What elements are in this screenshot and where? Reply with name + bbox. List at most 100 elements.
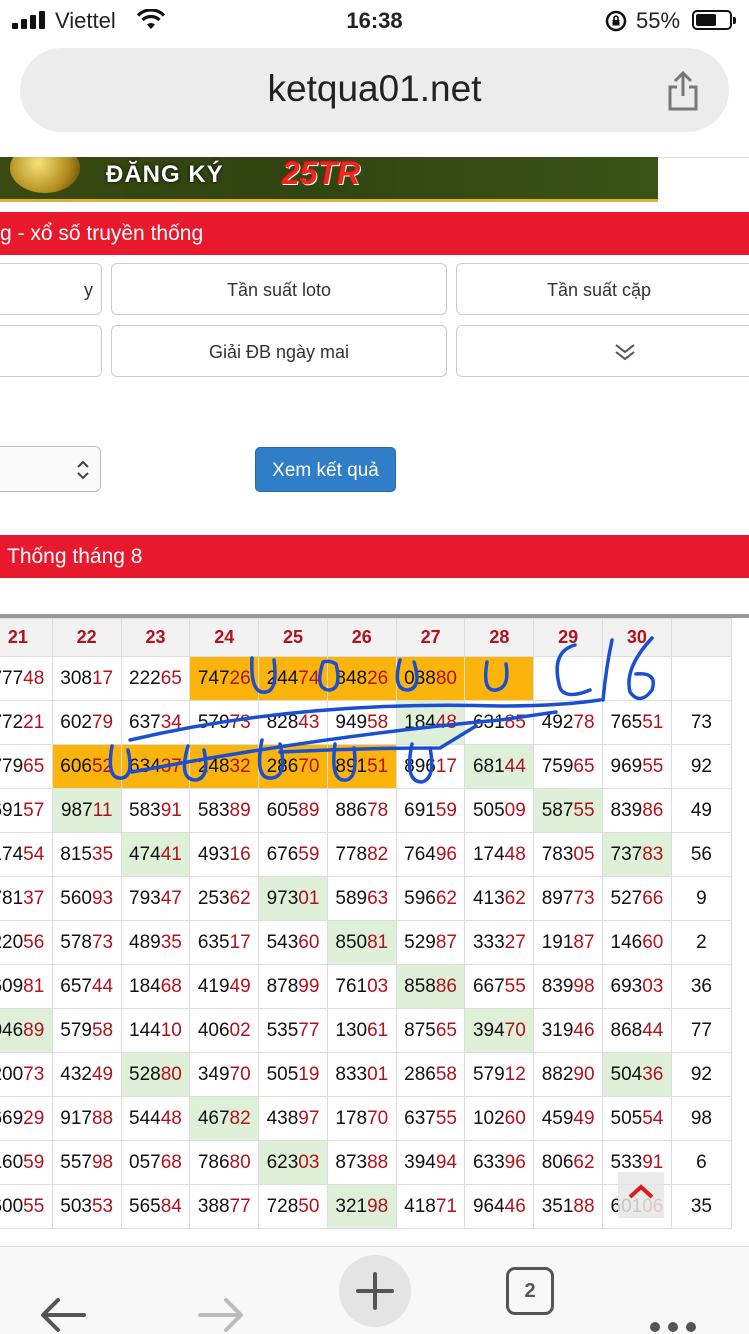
share-icon[interactable] xyxy=(666,70,700,112)
result-cell: 17448 xyxy=(464,832,535,877)
day-header: 26 xyxy=(326,618,397,657)
back-arrow-icon[interactable] xyxy=(38,1271,88,1334)
result-cell: 41362 xyxy=(464,876,535,921)
menu-expand-button[interactable] xyxy=(456,325,749,377)
url-text[interactable]: ketqua01.net xyxy=(20,68,729,110)
day-header: 29 xyxy=(533,618,604,657)
new-tab-button[interactable] xyxy=(339,1255,411,1327)
forward-arrow-icon[interactable] xyxy=(196,1271,246,1334)
result-cell: 76551 xyxy=(602,700,672,745)
result-cell: 69159 xyxy=(395,788,466,833)
results-table-container[interactable]: 21222324252627282930 7774830817222657472… xyxy=(0,614,749,1246)
plus-icon xyxy=(356,1272,394,1310)
result-cell: 74726 xyxy=(189,656,260,701)
result-cell: 63734 xyxy=(120,700,191,745)
result-cell: 62303 xyxy=(258,1140,328,1185)
result-cell: 56093 xyxy=(51,876,122,921)
result-cell xyxy=(670,656,733,701)
result-cell: 68144 xyxy=(464,744,535,789)
result-cell: 35 xyxy=(670,1184,733,1229)
result-cell: 98 xyxy=(670,1096,733,1141)
result-cell: 82843 xyxy=(258,700,328,745)
menu-button-1[interactable]: y xyxy=(0,263,102,315)
result-cell: 78680 xyxy=(189,1140,260,1185)
scroll-to-top-button[interactable] xyxy=(618,1172,664,1218)
result-cell: 28670 xyxy=(258,744,328,789)
result-cell: 63755 xyxy=(395,1096,466,1141)
ball-graphic xyxy=(10,157,80,193)
result-cell: 83998 xyxy=(533,964,604,1009)
result-cell: 94958 xyxy=(326,700,397,745)
ad-banner[interactable]: ĐĂNG KÝ 25TR xyxy=(0,157,658,202)
result-cell: 24832 xyxy=(189,744,260,789)
result-cell: 66929 xyxy=(0,1096,53,1141)
result-cell: 87565 xyxy=(395,1008,466,1053)
result-cell: 03880 xyxy=(395,656,466,701)
tab-switcher-button[interactable]: 2 xyxy=(506,1267,554,1315)
menu-button-tan-suat-cap[interactable]: Tần suất cặp xyxy=(456,263,749,315)
result-cell: 10260 xyxy=(464,1096,535,1141)
result-cell: 56 xyxy=(670,832,733,877)
result-cell: 49 xyxy=(670,788,733,833)
result-cell: 50509 xyxy=(464,788,535,833)
browser-toolbar: 2 xyxy=(0,1246,749,1334)
table-row: 1745481535474414931667659778827649617448… xyxy=(0,832,733,877)
result-cell: 66755 xyxy=(464,964,535,1009)
result-cell: 76103 xyxy=(326,964,397,1009)
result-cell: 47441 xyxy=(120,832,191,877)
result-cell: 75965 xyxy=(533,744,604,789)
result-cell: 41949 xyxy=(189,964,260,1009)
result-cell: 54360 xyxy=(258,920,328,965)
battery-percent: 55% xyxy=(636,8,681,33)
result-cell: 39470 xyxy=(464,1008,535,1053)
result-cell: 34970 xyxy=(189,1052,260,1097)
table-row: 7796560652634372483228670891518961768144… xyxy=(0,744,733,789)
result-cell: 79347 xyxy=(120,876,191,921)
result-cell: 72850 xyxy=(258,1184,328,1229)
section-title: Thống tháng 8 xyxy=(7,545,143,568)
result-cell xyxy=(464,656,535,701)
result-cell: 85886 xyxy=(395,964,466,1009)
result-cell: 63517 xyxy=(189,920,260,965)
view-results-button[interactable]: Xem kết quả xyxy=(255,447,396,492)
menu-button-4[interactable] xyxy=(0,325,102,377)
table-row: 7813756093793472536297301589635966241362… xyxy=(0,876,733,921)
day-header: 27 xyxy=(395,618,466,657)
menu-button-giai-db-ngay-mai[interactable]: Giải ĐB ngày mai xyxy=(111,325,447,377)
result-cell: 81535 xyxy=(51,832,122,877)
result-cell: 14410 xyxy=(120,1008,191,1053)
result-cell: 63396 xyxy=(464,1140,535,1185)
month-select[interactable] xyxy=(0,446,101,492)
section-title: g - xổ số truyền thống xyxy=(0,222,204,245)
result-cell: 58391 xyxy=(120,788,191,833)
result-cell: 17870 xyxy=(326,1096,397,1141)
address-bar[interactable]: ketqua01.net xyxy=(20,48,729,132)
banner-prize: 25TR xyxy=(282,157,361,191)
result-cell: 60279 xyxy=(51,700,122,745)
result-cell: 85081 xyxy=(326,920,397,965)
result-cell: 57873 xyxy=(51,920,122,965)
result-cell xyxy=(602,656,672,701)
result-cell: 22056 xyxy=(0,920,53,965)
table-row: 77748308172226574726244748482603880 xyxy=(0,656,733,701)
table-header-row: 21 22 23 24 25 26 27 28 29 30 xyxy=(0,618,733,657)
result-cell: 69157 xyxy=(0,788,53,833)
chevron-down-icon xyxy=(615,344,635,361)
table-row: 6098165744184684194987899761038588666755… xyxy=(0,964,733,1009)
result-cell xyxy=(533,656,604,701)
day-header: 30 xyxy=(602,618,672,657)
result-cell: 63437 xyxy=(120,744,191,789)
result-cell: 43249 xyxy=(51,1052,122,1097)
day-header: 24 xyxy=(189,618,260,657)
result-cell: 73 xyxy=(670,700,733,745)
result-cell: 69303 xyxy=(602,964,672,1009)
result-cell: 50519 xyxy=(258,1052,328,1097)
table-row: 2205657873489356351754360850815298733327… xyxy=(0,920,733,965)
day-header: 21 xyxy=(0,618,53,657)
rotation-lock-icon xyxy=(605,10,627,32)
menu-button-tan-suat-loto[interactable]: Tần suất loto xyxy=(111,263,447,315)
more-dots-icon[interactable] xyxy=(648,1283,698,1334)
result-cell: 60055 xyxy=(0,1184,53,1229)
result-cell: 77748 xyxy=(0,656,53,701)
result-cell: 57973 xyxy=(189,700,260,745)
